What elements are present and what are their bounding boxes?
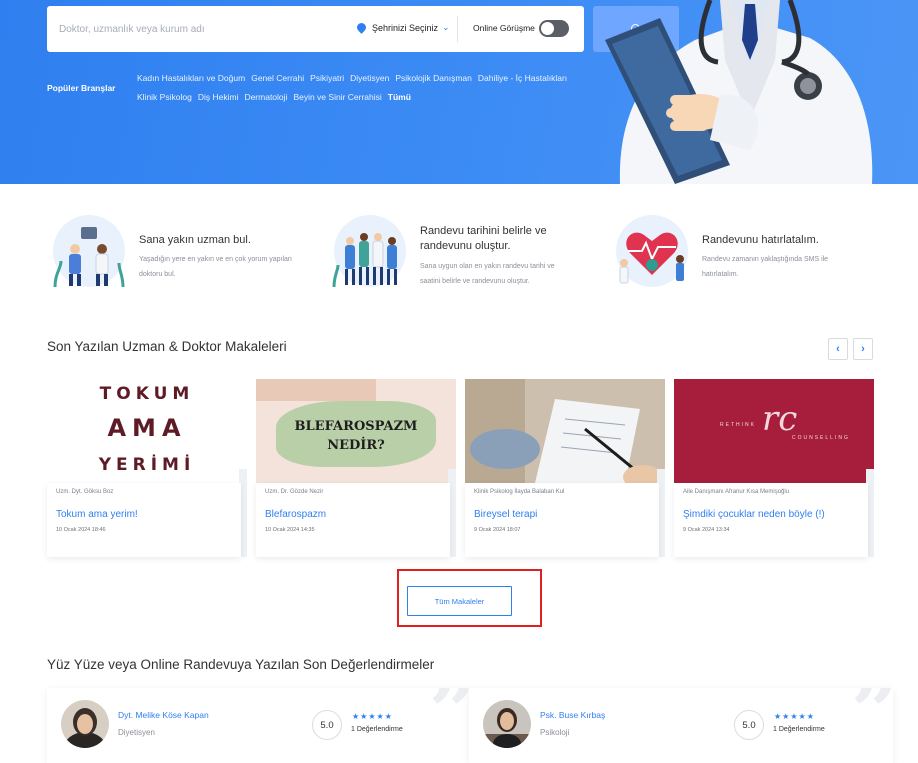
feature-desc-line: hatırlatalım. [702, 271, 739, 278]
review-card[interactable]: ” Psk. Buse Kırbaş Psikoloji 5.0 ★★★★★ 1… [469, 688, 893, 763]
toggle-knob [541, 22, 554, 35]
all-articles-button[interactable]: Tüm Makaleler [407, 586, 512, 616]
review-count: 1 Değerlendirme [351, 726, 403, 733]
online-toggle[interactable] [539, 20, 569, 37]
quote-icon: ” [851, 688, 893, 754]
article-image-text: AMA [107, 414, 187, 442]
article-author: Aile Danışmanı Afranur Kısa Memişoğlu [683, 489, 790, 495]
star-rating-icon: ★★★★★ [352, 712, 393, 721]
hero-banner: Şehrinizi Seçiniz ⌄ Online Görüşme Popül… [0, 0, 918, 184]
article-date: 9 Ocak 2024 18:07 [474, 527, 521, 533]
all-branches-link[interactable]: Tümü [388, 92, 411, 102]
feature-title: Randevunu hatırlatalım. [702, 234, 819, 246]
article-card[interactable]: Klinik Psikolog İlayda Balaban Kul Birey… [465, 379, 665, 557]
review-count: 1 Değerlendirme [773, 726, 825, 733]
paint-swatch [276, 401, 436, 467]
quote-icon: ” [429, 688, 471, 754]
location-pin-icon [355, 21, 368, 34]
online-label: Online Görüşme [473, 23, 535, 33]
feature-title-line: randevunu oluştur. [420, 240, 511, 252]
article-image-text: RETHINK [720, 422, 756, 428]
feature-find-specialist: Sana yakın uzman bul. Yaşadığın yere en … [47, 213, 317, 293]
article-card-body: Uzm. Dr. Gözde Nezir Blefarospazm 10 Oca… [256, 483, 450, 557]
reviews-section-title: Yüz Yüze veya Online Randevuya Yazılan S… [47, 657, 435, 672]
article-author: Uzm. Dr. Gözde Nezir [265, 489, 324, 495]
feature-title: Sana yakın uzman bul. [139, 234, 251, 246]
article-card-body: Uzm. Dyt. Göksu Boz Tokum ama yerim! 10 … [47, 483, 241, 557]
feature-desc-line: saatini belirle ve randevunu oluştur. [420, 278, 530, 285]
avatar [483, 700, 531, 748]
reminder-illustration [616, 215, 688, 287]
article-title[interactable]: Tokum ama yerim! [56, 509, 138, 520]
branch-link[interactable]: Genel Cerrahi [251, 73, 304, 83]
articles-section-title: Son Yazılan Uzman & Doktor Makaleleri [47, 339, 287, 354]
photo-strip [256, 379, 376, 401]
article-title[interactable]: Blefarospazm [265, 509, 326, 520]
branch-link[interactable]: Dermatoloji [244, 92, 287, 102]
city-select[interactable]: Şehrinizi Seçiniz ⌄ [355, 21, 450, 34]
article-image-text: BLEFAROSPAZM [294, 419, 418, 434]
feature-reminder: Randevunu hatırlatalım. Randevu zamanın … [610, 213, 880, 293]
article-image: TOKUM AMA YERİMİ [47, 379, 247, 483]
reviewer-doctor-name[interactable]: Psk. Buse Kırbaş [540, 710, 605, 720]
review-card[interactable]: ” Dyt. Melike Köse Kapan Diyetisyen 5.0 … [47, 688, 471, 763]
reviewer-doctor-name[interactable]: Dyt. Melike Köse Kapan [118, 710, 209, 720]
branch-link[interactable]: Psikiyatri [310, 73, 344, 83]
branch-link[interactable]: Beyin ve Sinir Cerrahisi [293, 92, 381, 102]
branch-link[interactable]: Psikolojik Danışman [395, 73, 472, 83]
feature-desc-line: doktoru bul. [139, 271, 176, 278]
find-specialist-illustration [53, 215, 125, 288]
article-card-body: Aile Danışmanı Afranur Kısa Memişoğlu Şi… [674, 483, 868, 557]
branch-link[interactable]: Klinik Psikolog [137, 92, 192, 102]
feature-desc-line: Randevu zamanın yaklaştığında SMS ile [702, 256, 829, 263]
article-image: BLEFAROSPAZM NEDİR? [256, 379, 456, 483]
search-bar: Şehrinizi Seçiniz ⌄ Online Görüşme [47, 6, 584, 52]
rating-score: 5.0 [734, 710, 764, 740]
article-image-text: YERİMİ [98, 455, 196, 475]
branch-link[interactable]: Diş Hekimi [198, 92, 239, 102]
divider [457, 16, 458, 42]
feature-desc-line: Yaşadığın yere en yakın ve en çok yorum … [139, 256, 292, 263]
article-image-text: rc [762, 399, 798, 439]
article-card[interactable]: TOKUM AMA YERİMİ Uzm. Dyt. Göksu Boz Tok… [47, 379, 247, 557]
article-card[interactable]: BLEFAROSPAZM NEDİR? Uzm. Dr. Gözde Nezir… [256, 379, 456, 557]
article-image-text: TOKUM [99, 384, 195, 404]
popular-branches-row-1: Kadın Hastalıkları ve Doğum Genel Cerrah… [137, 73, 567, 83]
article-card-body: Klinik Psikolog İlayda Balaban Kul Birey… [465, 483, 659, 557]
carousel-next-button[interactable]: › [853, 338, 873, 360]
city-select-label: Şehrinizi Seçiniz [372, 22, 439, 33]
create-appointment-illustration [332, 215, 406, 288]
star-rating-icon: ★★★★★ [774, 712, 815, 721]
feature-desc-line: Sana uygun olan en yakın randevu tarihi … [420, 263, 555, 270]
feature-create-appointment: Randevu tarihini belirle ve randevunu ol… [328, 213, 598, 293]
article-title[interactable]: Şimdiki çocuklar neden böyle (!) [683, 509, 825, 520]
article-date: 9 Ocak 2024 13:34 [683, 527, 730, 533]
article-author: Uzm. Dyt. Göksu Boz [56, 489, 114, 495]
article-date: 10 Ocak 2024 18:46 [56, 527, 106, 533]
branch-link[interactable]: Kadın Hastalıkları ve Doğum [137, 73, 245, 83]
article-image-text: COUNSELLING [792, 435, 850, 441]
page: Şehrinizi Seçiniz ⌄ Online Görüşme Popül… [0, 0, 918, 763]
doctor-illustration [605, 0, 873, 184]
rating-score: 5.0 [312, 710, 342, 740]
popular-branches-label: Popüler Branşlar [47, 83, 116, 93]
carousel-prev-button[interactable]: ‹ [828, 338, 848, 360]
popular-branches-row-2: Klinik Psikolog Diş Hekimi Dermatoloji B… [137, 92, 411, 102]
article-image-text: NEDİR? [327, 438, 385, 453]
article-title[interactable]: Bireysel terapi [474, 509, 537, 520]
article-image [465, 379, 665, 483]
reviewer-doctor-specialty: Diyetisyen [118, 728, 155, 737]
article-date: 10 Ocak 2024 14:35 [265, 527, 315, 533]
search-input[interactable] [59, 20, 339, 38]
avatar [61, 700, 109, 748]
article-card[interactable]: RETHINK rc COUNSELLING Aile Danışmanı Af… [674, 379, 874, 557]
chevron-down-icon: ⌄ [442, 22, 450, 32]
branch-link[interactable]: Diyetisyen [350, 73, 389, 83]
reviewer-doctor-specialty: Psikoloji [540, 728, 570, 737]
branch-link[interactable]: Dahiliye - İç Hastalıkları [478, 73, 567, 83]
article-image: RETHINK rc COUNSELLING [674, 379, 874, 483]
article-author: Klinik Psikolog İlayda Balaban Kul [474, 489, 565, 495]
feature-title-line: Randevu tarihini belirle ve [420, 225, 547, 237]
